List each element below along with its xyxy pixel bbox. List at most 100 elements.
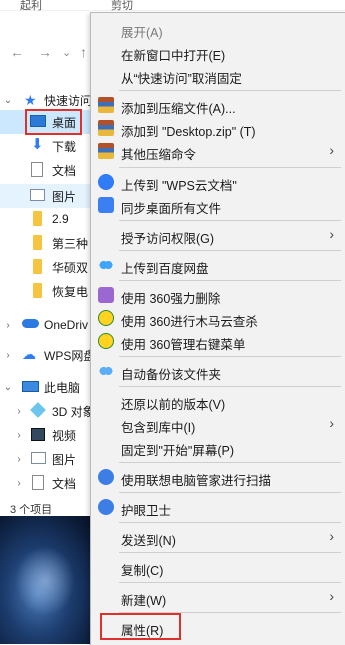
menu-item-upload-baidu[interactable]: 上传到百度网盘 bbox=[91, 254, 345, 276]
tree-item-label: 恢复电 bbox=[52, 284, 89, 299]
tree-item-folder[interactable]: 华硕双 bbox=[0, 255, 95, 279]
menu-item-label: 复制(C) bbox=[121, 564, 164, 578]
tree-item-3d-objects[interactable]: › 3D 对象 bbox=[0, 399, 95, 423]
chevron-right-icon[interactable]: › bbox=[3, 350, 13, 361]
menu-item-send-to[interactable]: 发送到(N) › bbox=[91, 526, 345, 548]
tree-item-pc-documents[interactable]: › 文档 bbox=[0, 471, 95, 495]
menu-separator bbox=[119, 167, 341, 168]
menu-item-new[interactable]: 新建(W) › bbox=[91, 586, 345, 608]
picture-icon bbox=[30, 189, 45, 201]
menu-item-restore-versions[interactable]: 还原以前的版本(V) bbox=[91, 390, 345, 412]
menu-item-360-scan[interactable]: 使用 360进行木马云查杀 bbox=[91, 307, 345, 329]
menu-item-add-to-desktop-zip[interactable]: 添加到 "Desktop.zip" (T) bbox=[91, 117, 345, 139]
tree-item-label: OneDriv bbox=[44, 318, 89, 332]
menu-item-label: 使用联想电脑管家进行扫描 bbox=[121, 474, 272, 488]
menu-item-label: 使用 360强力删除 bbox=[121, 292, 221, 306]
menu-separator bbox=[119, 552, 341, 553]
tree-item-label: 文档 bbox=[52, 476, 77, 491]
menu-separator bbox=[119, 522, 341, 523]
onedrive-cloud-icon bbox=[22, 319, 39, 328]
chevron-down-icon[interactable]: ⌄ bbox=[3, 382, 13, 393]
menu-item-copy[interactable]: 复制(C) bbox=[91, 556, 345, 578]
tree-item-label: 图片 bbox=[52, 189, 77, 204]
tree-item-label: 图片 bbox=[52, 452, 77, 467]
tree-item-videos[interactable]: › 视频 bbox=[0, 423, 95, 447]
folder-icon bbox=[33, 235, 42, 250]
tree-item-folder[interactable]: 恢复电 bbox=[0, 279, 95, 303]
folder-icon bbox=[33, 283, 42, 298]
tree-item-downloads[interactable]: ⬇ 下载 bbox=[0, 134, 95, 158]
recent-dropdown-icon[interactable]: ⌄ bbox=[62, 46, 71, 59]
desktop-wallpaper-preview bbox=[0, 516, 95, 644]
tree-item-folder[interactable]: 2.9 bbox=[0, 207, 95, 231]
menu-item-pin-to-start[interactable]: 固定到"开始"屏幕(P) bbox=[91, 436, 345, 458]
menu-separator bbox=[119, 220, 341, 221]
menu-item-unpin-quick-access[interactable]: 从“快速访问”取消固定 bbox=[91, 64, 345, 86]
chevron-right-icon[interactable]: › bbox=[14, 454, 24, 465]
chevron-right-icon[interactable]: › bbox=[14, 406, 24, 417]
menu-item-360-shred[interactable]: 使用 360强力删除 bbox=[91, 284, 345, 306]
tree-item-label: 快速访问 bbox=[44, 93, 93, 108]
menu-item-eye-care[interactable]: 护眼卫士 bbox=[91, 496, 345, 518]
chevron-right-icon[interactable]: › bbox=[14, 430, 24, 441]
tree-item-label: 3D 对象 bbox=[52, 404, 95, 419]
menu-item-label: 添加到压缩文件(A)... bbox=[121, 102, 236, 116]
tree-item-label: 下载 bbox=[52, 139, 77, 154]
winrar-icon bbox=[98, 97, 114, 113]
menu-item-label: 发送到(N) bbox=[121, 534, 176, 548]
menu-item-label: 新建(W) bbox=[121, 594, 167, 608]
back-arrow-icon[interactable]: ← bbox=[10, 44, 24, 60]
tree-item-onedrive[interactable]: › OneDriv bbox=[0, 313, 95, 337]
menu-item-auto-backup[interactable]: 自动备份该文件夹 bbox=[91, 360, 345, 382]
tree-item-pc-pictures[interactable]: › 图片 bbox=[0, 447, 95, 471]
menu-item-label: 固定到"开始"屏幕(P) bbox=[121, 444, 235, 458]
menu-item-include-in-library[interactable]: 包含到库中(I) › bbox=[91, 413, 345, 435]
menu-item-360-manage-menu[interactable]: 使用 360管理右键菜单 bbox=[91, 330, 345, 352]
winrar-icon bbox=[98, 143, 114, 159]
folder-icon bbox=[33, 211, 42, 226]
menu-item-other-compress[interactable]: 其他压缩命令 › bbox=[91, 140, 345, 162]
baidu-backup-icon bbox=[98, 363, 114, 379]
document-icon bbox=[31, 162, 43, 177]
chevron-right-icon[interactable]: › bbox=[3, 320, 13, 331]
menu-separator bbox=[119, 280, 341, 281]
menu-separator bbox=[119, 356, 341, 357]
picture-icon bbox=[31, 452, 46, 464]
menu-item-grant-access[interactable]: 授予访问权限(G) › bbox=[91, 224, 345, 246]
up-arrow-icon[interactable]: ↑ bbox=[80, 44, 87, 60]
menu-item-label: 上传到 "WPS云文档" bbox=[121, 179, 237, 193]
menu-item-open-new-window[interactable]: 在新窗口中打开(E) bbox=[91, 41, 345, 63]
tree-item-documents[interactable]: 文档 bbox=[0, 158, 95, 182]
winrar-icon bbox=[98, 120, 114, 136]
menu-item-sync-desktop[interactable]: 同步桌面所有文件 bbox=[91, 194, 345, 216]
menu-item-lenovo-scan[interactable]: 使用联想电脑管家进行扫描 bbox=[91, 466, 345, 488]
sync-icon bbox=[98, 197, 114, 213]
eye-care-icon bbox=[98, 499, 114, 515]
star-icon: ★ bbox=[24, 92, 37, 108]
menu-item-label: 展开(A) bbox=[121, 26, 163, 40]
chevron-down-icon[interactable]: ⌄ bbox=[3, 95, 13, 106]
tree-item-label: 2.9 bbox=[52, 212, 69, 226]
tree-item-label: 文档 bbox=[52, 163, 77, 178]
tree-item-label: 此电脑 bbox=[44, 380, 81, 395]
360-menu-icon bbox=[98, 333, 114, 349]
tree-item-pictures[interactable]: 图片 bbox=[0, 184, 95, 208]
download-icon: ⬇ bbox=[31, 136, 44, 153]
tree-item-folder[interactable]: 第三种 bbox=[0, 231, 95, 255]
tree-item-wps-drive[interactable]: › ☁ WPS网盘 bbox=[0, 343, 95, 367]
chevron-right-icon[interactable]: › bbox=[14, 478, 24, 489]
menu-item-upload-wps[interactable]: 上传到 "WPS云文档" bbox=[91, 171, 345, 193]
forward-arrow-icon[interactable]: → bbox=[38, 44, 52, 60]
menu-item-label: 使用 360管理右键菜单 bbox=[121, 338, 246, 352]
folder-icon bbox=[33, 259, 42, 274]
submenu-arrow-icon: › bbox=[329, 528, 334, 544]
menu-item-expand[interactable]: 展开(A) bbox=[91, 18, 345, 40]
menu-separator bbox=[119, 492, 341, 493]
status-item-count: 3 个项目 bbox=[10, 504, 53, 516]
menu-separator bbox=[119, 582, 341, 583]
menu-item-label: 自动备份该文件夹 bbox=[121, 368, 222, 382]
tree-item-this-pc[interactable]: ⌄ 此电脑 bbox=[0, 375, 95, 399]
menu-item-add-to-archive[interactable]: 添加到压缩文件(A)... bbox=[91, 94, 345, 116]
baidu-netdisk-icon bbox=[98, 257, 114, 273]
menu-item-label: 护眼卫士 bbox=[121, 504, 172, 518]
